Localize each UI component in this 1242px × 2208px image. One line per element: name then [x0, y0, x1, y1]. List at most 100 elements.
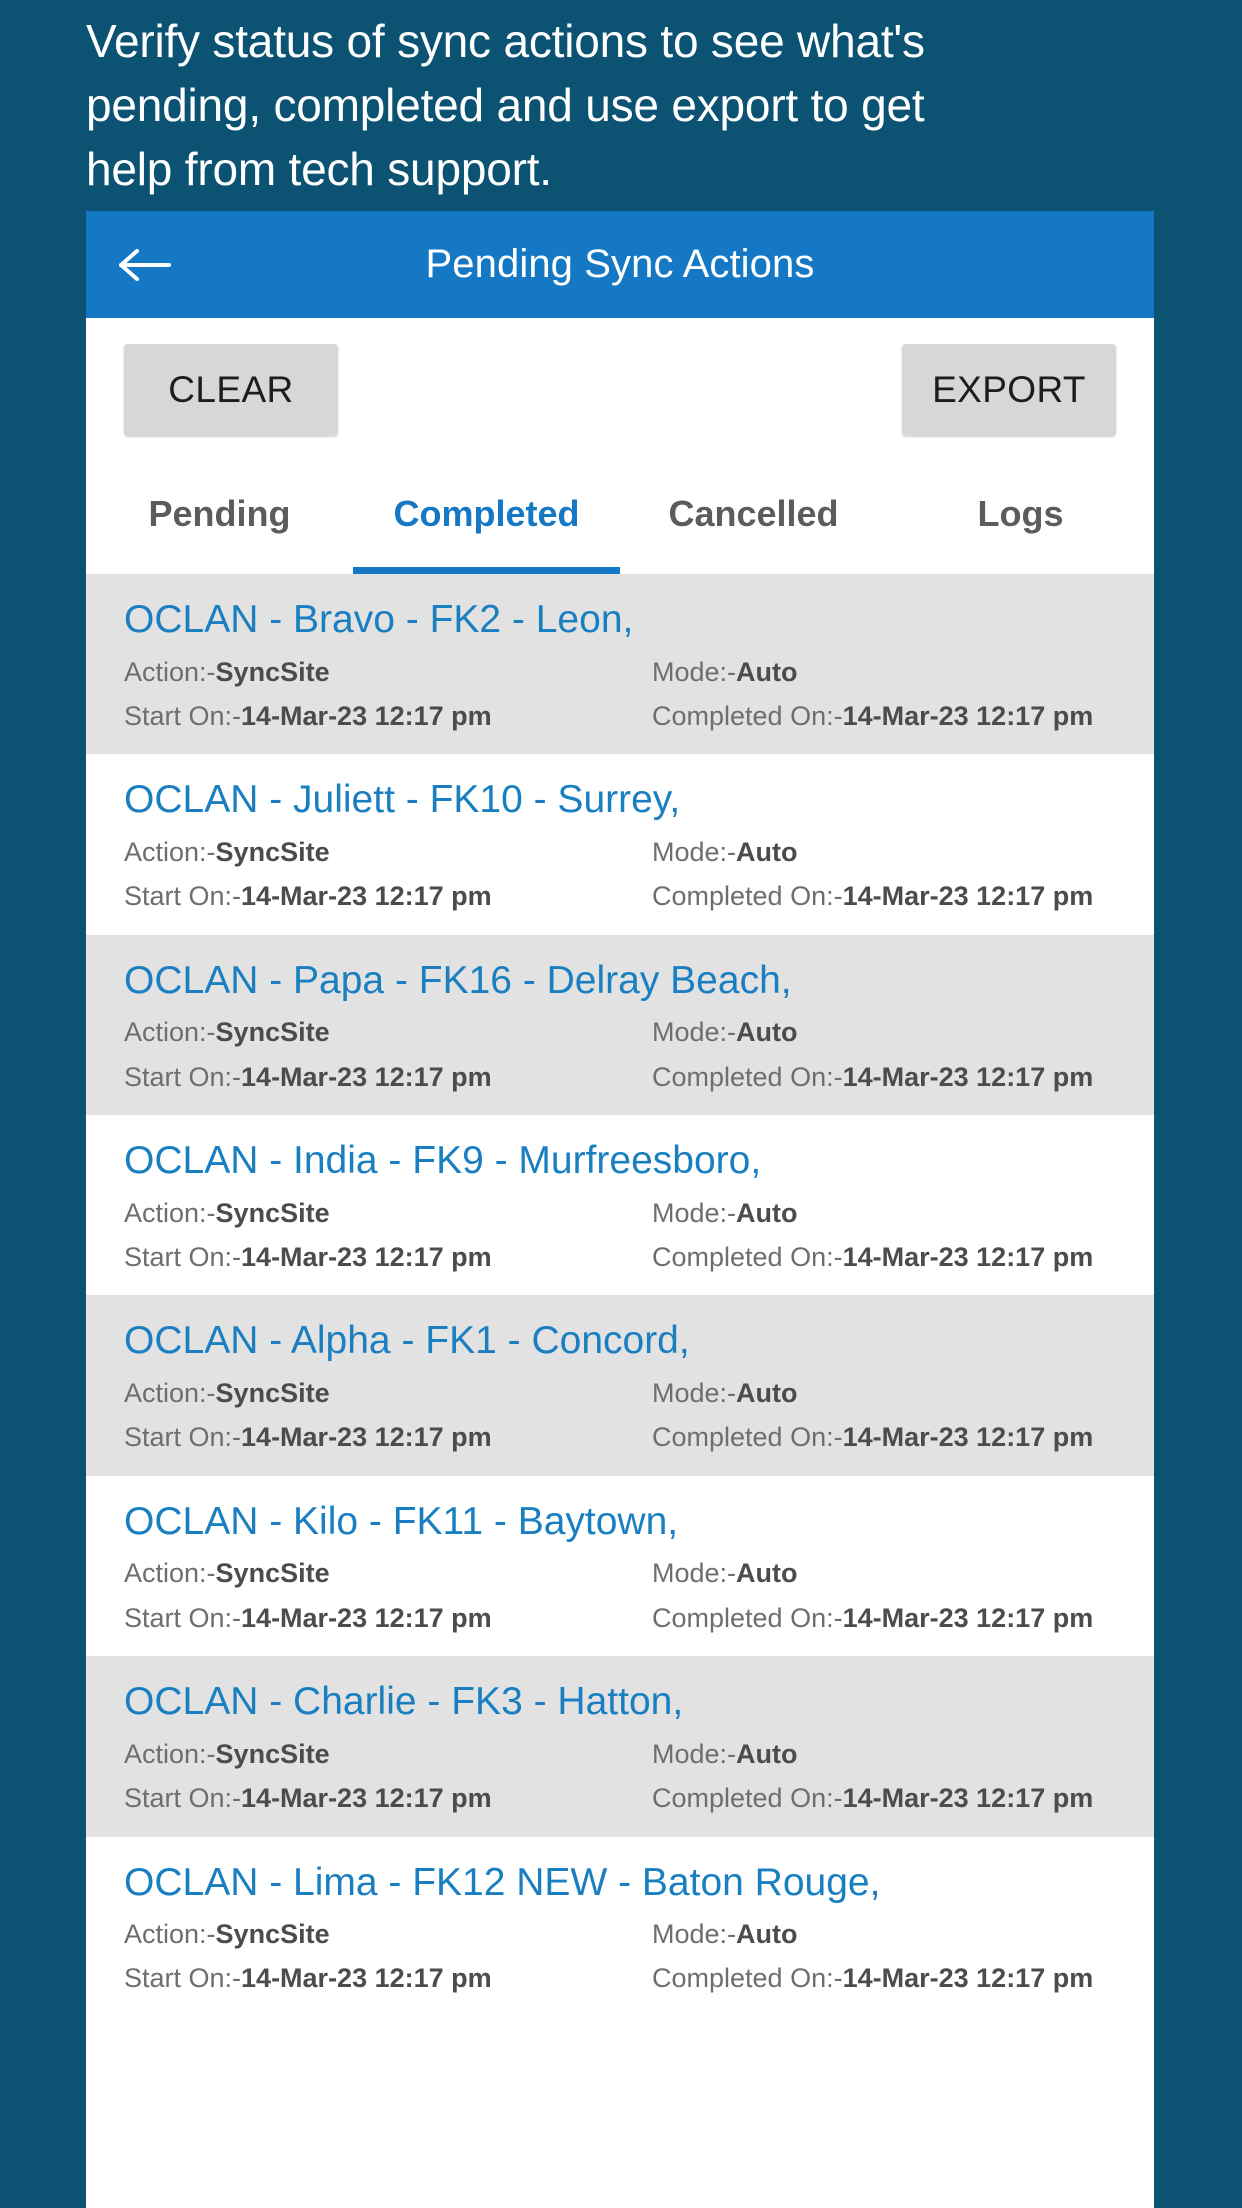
start-on-value: 14-Mar-23 12:17 pm [241, 881, 492, 912]
list-item-title: OCLAN - Kilo - FK11 - Baytown, [124, 1499, 679, 1543]
action-value: SyncSite [215, 836, 330, 867]
list-item-meta-row: Action:-SyncSite Mode:-Auto [124, 656, 1116, 688]
action-field: Action:-SyncSite [124, 1738, 330, 1769]
list-item[interactable]: OCLAN - Charlie - FK3 - Hatton, Action:-S… [86, 1656, 1154, 1837]
start-on-field: Start On:-14-Mar-23 12:17 pm [124, 1783, 492, 1814]
mode-value: Auto [736, 836, 798, 867]
mode-field: Mode:-Auto [652, 1017, 798, 1048]
tab-label: Cancelled [668, 493, 839, 534]
tab-pending[interactable]: Pending [86, 462, 353, 574]
list-item-time-row: Start On:-14-Mar-23 12:17 pm Completed On… [124, 880, 1116, 912]
start-on-field: Start On:-14-Mar-23 12:17 pm [124, 1963, 492, 1994]
app-window: Pending Sync Actions CLEAR EXPORT Pendin… [86, 211, 1154, 2208]
tab-label: Logs [977, 493, 1064, 534]
start-on-field: Start On:-14-Mar-23 12:17 pm [124, 1422, 492, 1453]
completed-on-value: 14-Mar-23 12:17 pm [842, 1242, 1094, 1273]
list-item[interactable]: OCLAN - India - FK9 - Murfreesboro, Actio… [86, 1115, 1154, 1296]
completed-on-field: Completed On:-14-Mar-23 12:17 pm [652, 1783, 1094, 1814]
list-item-time-row: Start On:-14-Mar-23 12:17 pm Completed On… [124, 1962, 1116, 1994]
list-item[interactable]: OCLAN - Bravo - FK2 - Leon, Action:-SyncS… [86, 574, 1154, 755]
tab-label: Completed [393, 493, 580, 534]
action-field: Action:-SyncSite [124, 1017, 330, 1048]
tab-logs[interactable]: Logs [887, 462, 1154, 574]
sync-actions-list[interactable]: OCLAN - Bravo - FK2 - Leon, Action:-SyncS… [86, 574, 1154, 2017]
list-item-title: OCLAN - Bravo - FK2 - Leon, [124, 598, 634, 641]
mode-field: Mode:-Auto [652, 836, 798, 867]
start-on-field: Start On:-14-Mar-23 12:17 pm [124, 1242, 492, 1273]
action-field: Action:-SyncSite [124, 1558, 330, 1589]
mode-value: Auto [736, 1197, 798, 1228]
tab-bar: Pending Completed Cancelled Logs [86, 462, 1154, 574]
list-item-meta-row: Action:-SyncSite Mode:-Auto [124, 1016, 1116, 1048]
list-item-title: OCLAN - Papa - FK16 - Delray Beach, [124, 958, 792, 1002]
list-item-meta-row: Action:-SyncSite Mode:-Auto [124, 1738, 1116, 1770]
caption-line-1: Verify status of sync actions to see wha… [86, 15, 925, 67]
completed-on-value: 14-Mar-23 12:17 pm [842, 700, 1094, 731]
completed-on-field: Completed On:-14-Mar-23 12:17 pm [652, 700, 1094, 731]
action-field: Action:-SyncSite [124, 1919, 330, 1950]
list-item-meta-row: Action:-SyncSite Mode:-Auto [124, 1918, 1116, 1950]
action-value: SyncSite [215, 1558, 330, 1589]
app-bar: Pending Sync Actions [86, 211, 1154, 318]
list-item[interactable]: OCLAN - Papa - FK16 - Delray Beach, Actio… [86, 934, 1154, 1116]
start-on-field: Start On:-14-Mar-23 12:17 pm [124, 881, 492, 912]
mode-field: Mode:-Auto [652, 1738, 798, 1769]
list-item-title: OCLAN - Charlie - FK3 - Hatton, [124, 1680, 684, 1724]
mode-field: Mode:-Auto [652, 656, 798, 687]
page-title: Pending Sync Actions [425, 242, 815, 286]
list-item[interactable]: OCLAN - Kilo - FK11 - Baytown, Action:-Sy… [86, 1475, 1154, 1657]
mode-field: Mode:-Auto [652, 1197, 798, 1228]
arrow-left-icon [118, 245, 172, 285]
mode-value: Auto [736, 1378, 798, 1409]
screen-root: Verify status of sync actions to see wha… [0, 0, 1242, 2208]
mode-field: Mode:-Auto [652, 1378, 798, 1409]
action-field: Action:-SyncSite [124, 1378, 330, 1409]
action-value: SyncSite [215, 1017, 330, 1048]
list-item-title: OCLAN - Alpha - FK1 - Concord, [124, 1319, 690, 1363]
mode-value: Auto [736, 1919, 798, 1950]
start-on-value: 14-Mar-23 12:17 pm [241, 1061, 492, 1092]
completed-on-value: 14-Mar-23 12:17 pm [842, 1783, 1094, 1814]
start-on-value: 14-Mar-23 12:17 pm [241, 1602, 492, 1633]
start-on-value: 14-Mar-23 12:17 pm [241, 1963, 492, 1994]
list-item[interactable]: OCLAN - Lima - FK12 NEW - Baton Rouge, Ac… [86, 1836, 1154, 2017]
completed-on-value: 14-Mar-23 12:17 pm [842, 881, 1094, 912]
action-toolbar: CLEAR EXPORT [86, 318, 1154, 462]
action-value: SyncSite [215, 1197, 330, 1228]
list-item-title: OCLAN - Lima - FK12 NEW - Baton Rouge, [124, 1860, 881, 1904]
tab-completed[interactable]: Completed [353, 462, 620, 574]
list-item-title: OCLAN - India - FK9 - Murfreesboro, [124, 1139, 762, 1183]
instruction-caption: Verify status of sync actions to see wha… [86, 18, 1156, 192]
action-field: Action:-SyncSite [124, 836, 330, 867]
list-item-time-row: Start On:-14-Mar-23 12:17 pm Completed On… [124, 700, 1116, 732]
caption-line-3: help from tech support. [86, 143, 552, 195]
completed-on-field: Completed On:-14-Mar-23 12:17 pm [652, 1963, 1094, 1994]
action-value: SyncSite [215, 656, 330, 687]
tab-cancelled[interactable]: Cancelled [620, 462, 887, 574]
list-item-title: OCLAN - Juliett - FK10 - Surrey, [124, 778, 681, 822]
list-item[interactable]: OCLAN - Alpha - FK1 - Concord, Action:-Sy… [86, 1295, 1154, 1476]
action-value: SyncSite [215, 1738, 330, 1769]
tab-label: Pending [148, 493, 291, 534]
caption-line-2: pending, completed and use export to get [86, 79, 925, 131]
completed-on-field: Completed On:-14-Mar-23 12:17 pm [652, 1242, 1094, 1273]
completed-on-field: Completed On:-14-Mar-23 12:17 pm [652, 881, 1094, 912]
list-item-meta-row: Action:-SyncSite Mode:-Auto [124, 836, 1116, 868]
start-on-value: 14-Mar-23 12:17 pm [241, 1422, 492, 1453]
start-on-field: Start On:-14-Mar-23 12:17 pm [124, 700, 492, 731]
list-item-meta-row: Action:-SyncSite Mode:-Auto [124, 1377, 1116, 1409]
completed-on-value: 14-Mar-23 12:17 pm [842, 1963, 1094, 1994]
list-item-meta-row: Action:-SyncSite Mode:-Auto [124, 1197, 1116, 1229]
clear-button[interactable]: CLEAR [124, 344, 338, 436]
list-item[interactable]: OCLAN - Juliett - FK10 - Surrey, Action:-… [86, 754, 1154, 935]
completed-on-field: Completed On:-14-Mar-23 12:17 pm [652, 1061, 1094, 1092]
start-on-value: 14-Mar-23 12:17 pm [241, 1242, 492, 1273]
export-button[interactable]: EXPORT [902, 344, 1116, 436]
start-on-field: Start On:-14-Mar-23 12:17 pm [124, 1602, 492, 1633]
back-button[interactable] [86, 211, 204, 318]
list-item-meta-row: Action:-SyncSite Mode:-Auto [124, 1557, 1116, 1589]
mode-value: Auto [736, 656, 798, 687]
list-item-time-row: Start On:-14-Mar-23 12:17 pm Completed On… [124, 1602, 1116, 1634]
start-on-value: 14-Mar-23 12:17 pm [241, 1783, 492, 1814]
mode-value: Auto [736, 1558, 798, 1589]
